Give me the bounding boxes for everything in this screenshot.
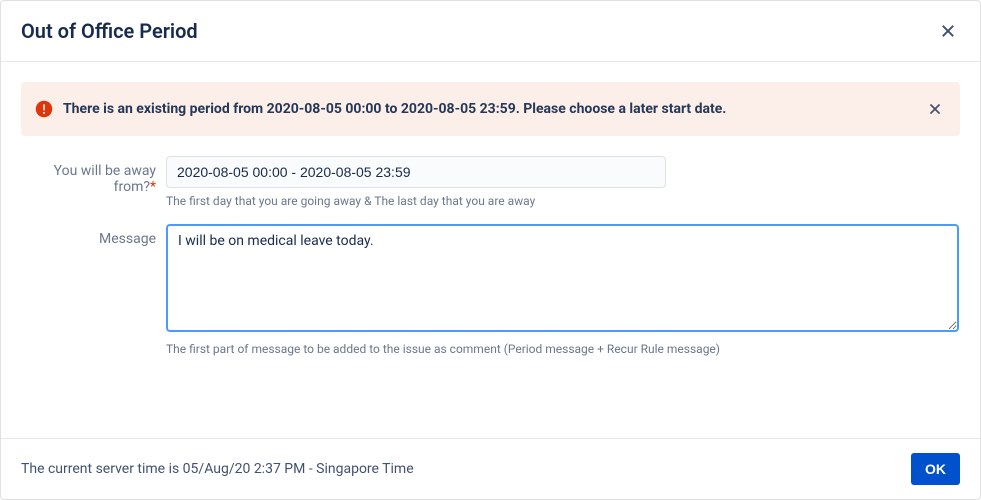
away-row: You will be away from?* The first day th… — [21, 156, 960, 208]
modal-header: Out of Office Period — [1, 1, 980, 62]
message-row: Message The first part of message to be … — [21, 224, 960, 356]
ok-button[interactable]: OK — [911, 453, 960, 485]
server-time-text: The current server time is 05/Aug/20 2:3… — [21, 461, 414, 477]
modal-footer: The current server time is 05/Aug/20 2:3… — [1, 438, 980, 499]
date-range-input[interactable] — [166, 156, 666, 188]
close-icon — [940, 23, 956, 39]
away-control-wrapper: The first day that you are going away & … — [166, 156, 960, 208]
modal-title: Out of Office Period — [21, 19, 198, 43]
close-button[interactable] — [936, 19, 960, 43]
message-control-wrapper: The first part of message to be added to… — [166, 224, 960, 356]
alert-close-button[interactable] — [924, 98, 946, 120]
message-help-text: The first part of message to be added to… — [166, 342, 960, 356]
close-icon — [928, 102, 942, 116]
modal-body: There is an existing period from 2020-08… — [1, 62, 980, 438]
away-label: You will be away from?* — [21, 156, 166, 208]
required-asterisk: * — [150, 179, 156, 195]
away-help-text: The first day that you are going away & … — [166, 194, 960, 208]
error-icon — [35, 100, 53, 118]
message-textarea[interactable] — [166, 224, 959, 332]
alert-message: There is an existing period from 2020-08… — [63, 101, 924, 117]
away-label-text: You will be away from? — [54, 163, 156, 195]
message-label: Message — [21, 224, 166, 356]
error-alert: There is an existing period from 2020-08… — [21, 82, 960, 136]
out-of-office-modal: Out of Office Period There is an existin… — [0, 0, 981, 500]
